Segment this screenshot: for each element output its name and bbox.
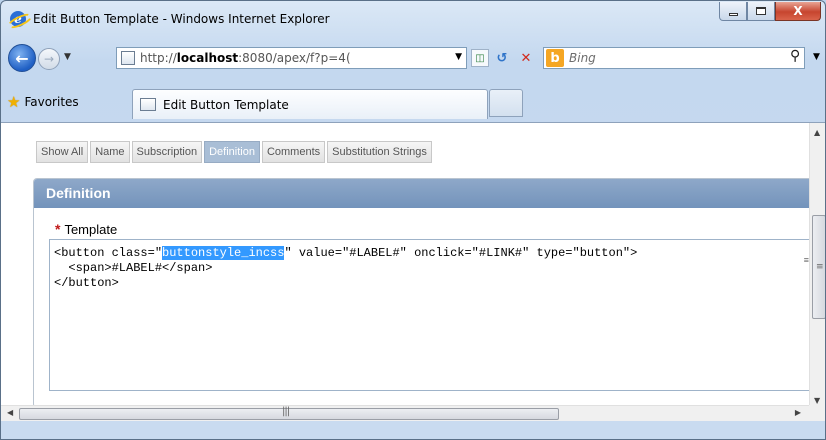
scroll-right-icon[interactable]: ▶ <box>795 408 801 417</box>
favorites-bar: ★ Favorites Edit Button Template <box>1 85 825 121</box>
address-host: localhost <box>176 51 239 65</box>
page-icon <box>121 51 135 65</box>
internet-explorer-icon: e <box>10 11 26 27</box>
code-line-1-end: " value="#LABEL#" onclick="#LINK#" type=… <box>284 246 638 260</box>
navigation-bar: ← → ▼ http://localhost:8080/apex/f?p=4( … <box>1 44 825 74</box>
scrollbar-corner <box>809 405 825 421</box>
stop-icon[interactable]: ✕ <box>515 47 537 69</box>
maximize-button[interactable] <box>747 2 775 21</box>
back-button[interactable]: ← <box>8 44 36 72</box>
tab-substitution-strings[interactable]: Substitution Strings <box>327 141 432 163</box>
tab-name[interactable]: Name <box>90 141 130 163</box>
search-input[interactable]: Bing <box>569 51 596 65</box>
selected-text: buttonstyle_incss <box>162 246 285 260</box>
new-tab-button[interactable] <box>489 89 523 117</box>
refresh-icon[interactable]: ↺ <box>491 47 513 69</box>
grip-icon: ≡ <box>816 262 824 272</box>
window-title: Edit Button Template - Windows Internet … <box>33 12 330 26</box>
star-icon: ★ <box>7 93 21 111</box>
forward-arrow-icon: → <box>43 52 55 66</box>
required-marker: * <box>55 221 61 237</box>
back-arrow-icon: ← <box>15 48 29 68</box>
address-bar[interactable]: http://localhost:8080/apex/f?p=4( ▼ <box>116 47 467 69</box>
address-dropdown-icon[interactable]: ▼ <box>455 52 462 62</box>
tab-show-all[interactable]: Show All <box>36 141 89 163</box>
search-options-dropdown[interactable]: ▼ <box>813 52 820 62</box>
address-input[interactable]: http://localhost:8080/apex/f?p=4( <box>140 51 430 65</box>
address-path: :8080/apex/f?p=4( <box>238 51 351 65</box>
browser-tab-title: Edit Button Template <box>163 97 289 112</box>
magnifier-icon[interactable]: ⚲ <box>790 48 800 64</box>
title-bar: e Edit Button Template - Windows Interne… <box>1 1 825 35</box>
close-icon: X <box>793 4 803 18</box>
grip-icon: ||| <box>282 406 290 417</box>
vertical-scroll-thumb[interactable]: ≡ <box>812 215 825 319</box>
scroll-up-icon[interactable]: ▲ <box>814 128 820 137</box>
minimize-button[interactable] <box>719 2 747 21</box>
scroll-left-icon[interactable]: ◀ <box>7 408 13 417</box>
window-controls: X <box>719 2 821 21</box>
forward-button[interactable]: → <box>38 48 60 70</box>
minimize-icon <box>728 12 738 16</box>
page-icon <box>140 98 156 111</box>
browser-window: e Edit Button Template - Windows Interne… <box>0 0 826 440</box>
code-line-1-start: <button class=" <box>54 246 163 260</box>
browser-tab-active[interactable]: Edit Button Template <box>132 89 488 119</box>
address-prefix: http:// <box>140 51 177 65</box>
code-line-2: <span>#LABEL#</span> <box>54 261 213 275</box>
vertical-scrollbar[interactable]: ▲ ≡ ▼ <box>809 123 825 408</box>
address-actions: ◫ ↺ ✕ <box>471 47 539 69</box>
bing-logo-icon: b <box>546 49 564 67</box>
maximize-icon <box>756 7 766 15</box>
horizontal-scroll-thumb[interactable]: ||| <box>19 406 559 420</box>
compatibility-view-icon[interactable]: ◫ <box>471 49 489 67</box>
template-textarea[interactable]: <button class="buttonstyle_incss" value=… <box>49 239 814 391</box>
region-title: Definition <box>34 179 812 208</box>
favorites-button[interactable]: ★ Favorites <box>7 93 79 111</box>
section-tabs: Show All Name Subscription Definition Co… <box>36 141 434 163</box>
page-viewport: Show All Name Subscription Definition Co… <box>1 122 825 421</box>
template-label: * Template <box>55 221 117 237</box>
code-line-3: </button> <box>54 276 119 290</box>
close-button[interactable]: X <box>775 2 821 21</box>
definition-region: Definition * Template <button class="butt… <box>33 178 814 408</box>
scroll-down-icon[interactable]: ▼ <box>814 396 820 405</box>
tab-comments[interactable]: Comments <box>261 141 326 163</box>
search-box[interactable]: b Bing <box>543 47 805 69</box>
tab-subscription[interactable]: Subscription <box>131 141 203 163</box>
horizontal-scrollbar[interactable]: ◀ ||| ▶ <box>1 405 809 421</box>
recent-pages-dropdown[interactable]: ▼ <box>64 52 71 62</box>
tab-definition[interactable]: Definition <box>204 141 260 163</box>
template-label-text: Template <box>64 222 118 237</box>
favorites-label: Favorites <box>24 95 79 109</box>
